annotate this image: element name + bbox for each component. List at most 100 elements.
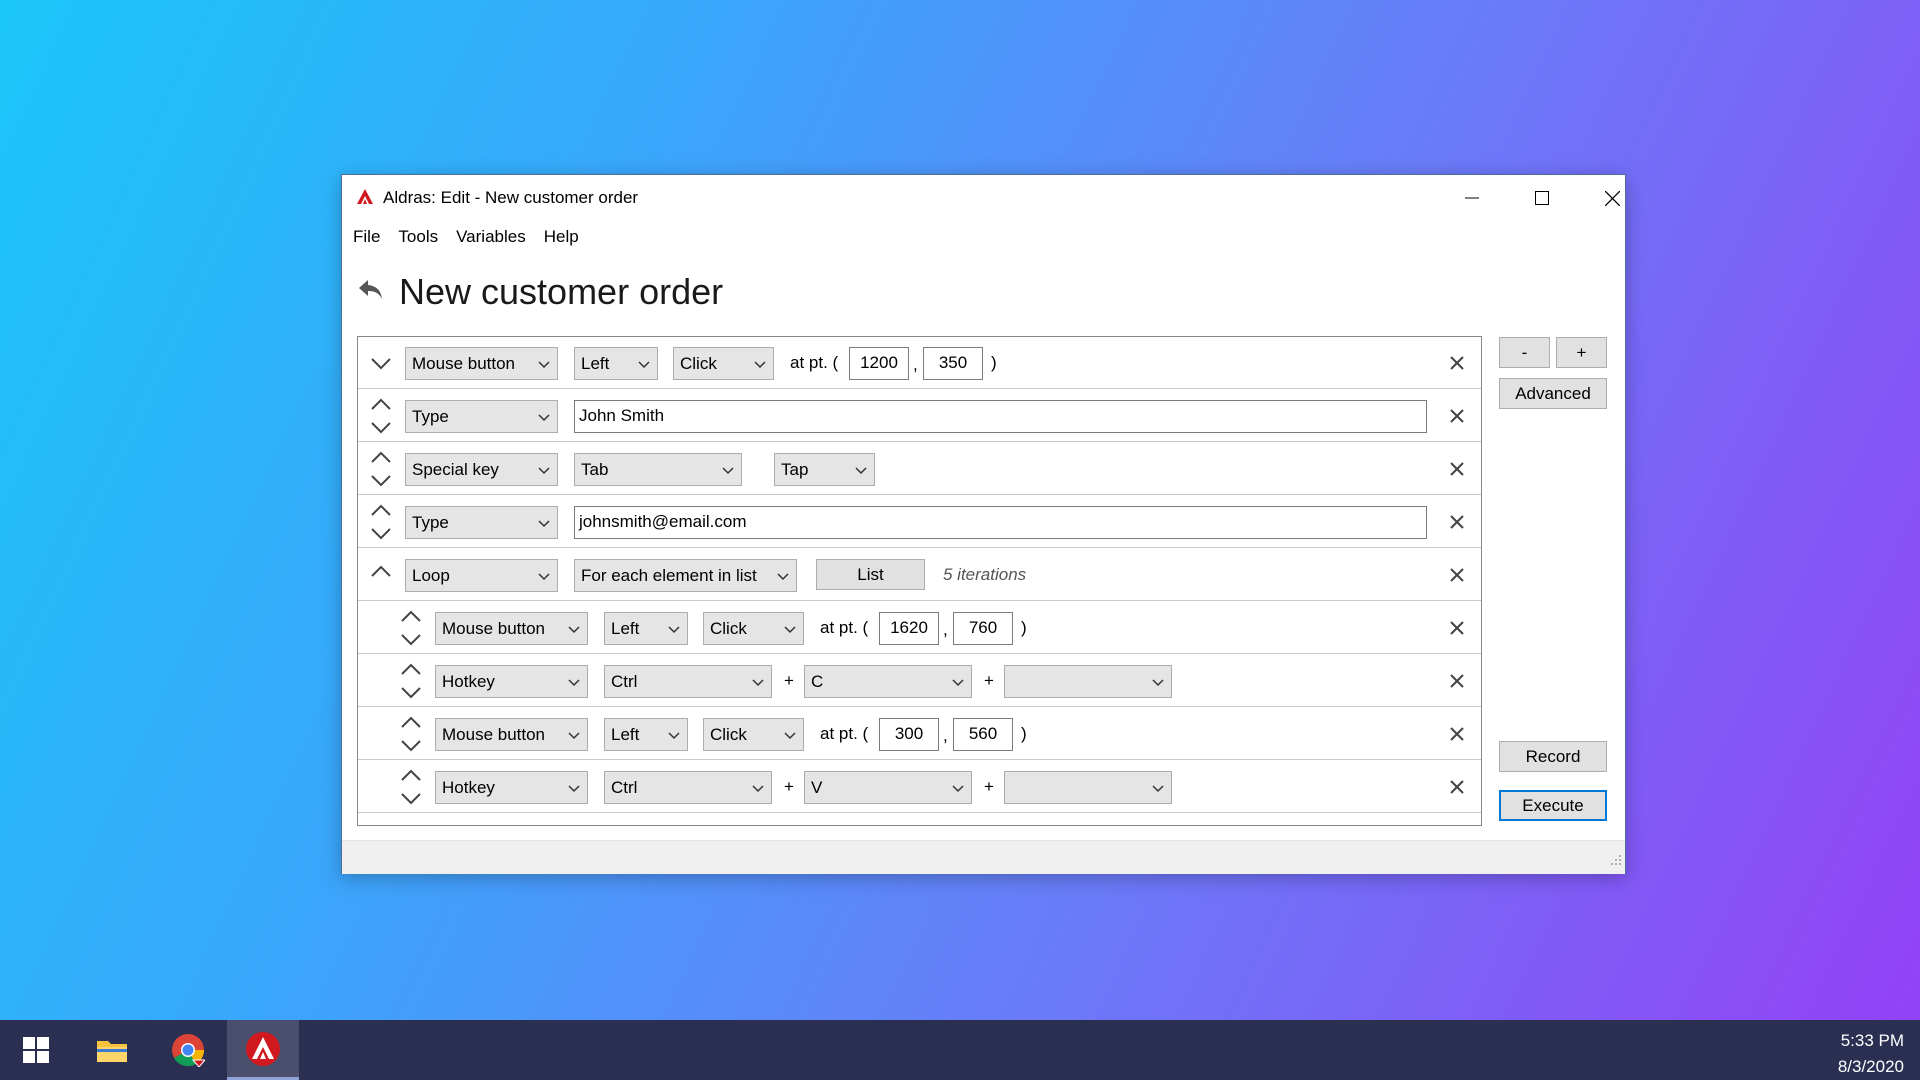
remove-row-icon[interactable]	[1448, 460, 1466, 478]
title-bar[interactable]: Aldras: Edit - New customer order	[342, 175, 1625, 221]
chevron-down-icon	[538, 361, 550, 369]
modifier-key-dropdown[interactable]: Ctrl	[604, 771, 772, 804]
action-row: Mouse button Left Click at pt. ( 300 , 5…	[358, 708, 1481, 760]
plus-label: +	[784, 777, 794, 796]
mouse-button-dropdown[interactable]: Left	[604, 612, 688, 645]
action-list: Mouse button Left Click at pt. ( 1200 , …	[357, 336, 1482, 826]
chevron-down-icon	[952, 785, 964, 793]
aldras-app-icon	[246, 1031, 280, 1066]
at-point-label: at pt. (	[820, 724, 869, 743]
collapse-chevron-icon[interactable]	[368, 341, 394, 385]
menu-variables[interactable]: Variables	[456, 221, 535, 255]
action-type-dropdown[interactable]: Special key	[405, 453, 558, 486]
loop-mode-dropdown[interactable]: For each element in list	[574, 559, 797, 592]
hotkey-key2-dropdown[interactable]	[1004, 771, 1172, 804]
mouse-action-dropdown[interactable]: Click	[703, 718, 804, 751]
remove-row-icon[interactable]	[1448, 619, 1466, 637]
maximize-button[interactable]	[1507, 175, 1577, 221]
remove-row-icon[interactable]	[1448, 513, 1466, 531]
action-type-dropdown[interactable]: Mouse button	[435, 612, 588, 645]
record-button[interactable]: Record	[1499, 741, 1607, 772]
system-clock[interactable]: 5:33 PM 8/3/2020	[1838, 1028, 1904, 1080]
action-row: Hotkey Ctrl + V +	[358, 761, 1481, 813]
dropdown-value: Click	[710, 725, 747, 744]
action-type-dropdown[interactable]: Hotkey	[435, 771, 588, 804]
x-coordinate-input[interactable]: 1200	[849, 347, 909, 380]
chevron-down-icon	[568, 679, 580, 687]
minimize-button[interactable]	[1437, 175, 1507, 221]
action-type-dropdown[interactable]: Type	[405, 400, 558, 433]
dropdown-value: Loop	[412, 566, 450, 585]
expand-chevron-up-icon[interactable]	[368, 553, 394, 597]
chevron-down-icon	[784, 732, 796, 740]
chevron-down-icon	[777, 573, 789, 581]
action-type-dropdown[interactable]: Loop	[405, 559, 558, 592]
remove-row-icon[interactable]	[1448, 354, 1466, 372]
special-key-dropdown[interactable]: Tab	[574, 453, 742, 486]
chrome-button[interactable]	[152, 1020, 224, 1080]
y-coordinate-input[interactable]: 350	[923, 347, 983, 380]
x-coordinate-input[interactable]: 1620	[879, 612, 939, 645]
remove-row-icon[interactable]	[1448, 725, 1466, 743]
move-up-down-icon[interactable]	[368, 447, 394, 491]
mouse-action-dropdown[interactable]: Click	[673, 347, 774, 380]
remove-row-icon[interactable]	[1448, 566, 1466, 584]
chevron-down-icon	[538, 520, 550, 528]
menu-help[interactable]: Help	[544, 221, 588, 255]
type-text-input[interactable]: John Smith	[574, 400, 1427, 433]
at-point-label: at pt. (	[790, 353, 839, 372]
decrease-button[interactable]: -	[1499, 337, 1550, 368]
dropdown-value: Special key	[412, 460, 499, 479]
windows-logo-icon	[23, 1037, 49, 1063]
aldras-logo-icon	[356, 188, 374, 211]
y-coordinate-input[interactable]: 760	[953, 612, 1013, 645]
move-up-down-icon[interactable]	[398, 606, 424, 650]
x-coordinate-input[interactable]: 300	[879, 718, 939, 751]
dropdown-value: V	[811, 778, 823, 797]
file-explorer-button[interactable]	[76, 1020, 148, 1080]
modifier-key-dropdown[interactable]: Ctrl	[604, 665, 772, 698]
action-type-dropdown[interactable]: Mouse button	[405, 347, 558, 380]
execute-button[interactable]: Execute	[1499, 790, 1607, 821]
aldras-taskbar-button[interactable]	[227, 1020, 299, 1080]
move-up-down-icon[interactable]	[398, 659, 424, 703]
hotkey-key-dropdown[interactable]: V	[804, 771, 972, 804]
key-action-dropdown[interactable]: Tap	[774, 453, 875, 486]
type-text-input[interactable]: johnsmith@email.com	[574, 506, 1427, 539]
hotkey-key-dropdown[interactable]: C	[804, 665, 972, 698]
remove-row-icon[interactable]	[1448, 778, 1466, 796]
list-button[interactable]: List	[816, 559, 925, 590]
close-window-button[interactable]	[1577, 175, 1647, 221]
dropdown-value: For each element in list	[581, 566, 757, 585]
menu-file[interactable]: File	[353, 221, 389, 255]
action-type-dropdown[interactable]: Type	[405, 506, 558, 539]
move-up-down-icon[interactable]	[368, 500, 394, 544]
action-row: Loop For each element in list List 5 ite…	[358, 549, 1481, 601]
close-paren-label: )	[1021, 618, 1027, 637]
move-up-down-icon[interactable]	[398, 765, 424, 809]
increase-button[interactable]: +	[1556, 337, 1607, 368]
dropdown-value: Ctrl	[611, 672, 638, 691]
back-arrow-icon[interactable]	[357, 277, 385, 308]
action-type-dropdown[interactable]: Hotkey	[435, 665, 588, 698]
start-button[interactable]	[0, 1020, 72, 1080]
action-row: Type johnsmith@email.com	[358, 496, 1481, 548]
mouse-button-dropdown[interactable]: Left	[574, 347, 658, 380]
advanced-button[interactable]: Advanced	[1499, 378, 1607, 409]
y-coordinate-input[interactable]: 560	[953, 718, 1013, 751]
action-type-dropdown[interactable]: Mouse button	[435, 718, 588, 751]
dropdown-value: Tab	[581, 460, 609, 479]
move-up-down-icon[interactable]	[368, 394, 394, 438]
chevron-down-icon	[538, 573, 550, 581]
move-up-down-icon[interactable]	[398, 712, 424, 756]
remove-row-icon[interactable]	[1448, 407, 1466, 425]
menu-tools[interactable]: Tools	[398, 221, 447, 255]
iterations-label: 5 iterations	[943, 565, 1027, 584]
remove-row-icon[interactable]	[1448, 672, 1466, 690]
chevron-down-icon	[568, 626, 580, 634]
clock-date: 8/3/2020	[1837, 1057, 1904, 1076]
mouse-button-dropdown[interactable]: Left	[604, 718, 688, 751]
hotkey-key2-dropdown[interactable]	[1004, 665, 1172, 698]
resize-grip-icon[interactable]	[1610, 853, 1622, 871]
mouse-action-dropdown[interactable]: Click	[703, 612, 804, 645]
